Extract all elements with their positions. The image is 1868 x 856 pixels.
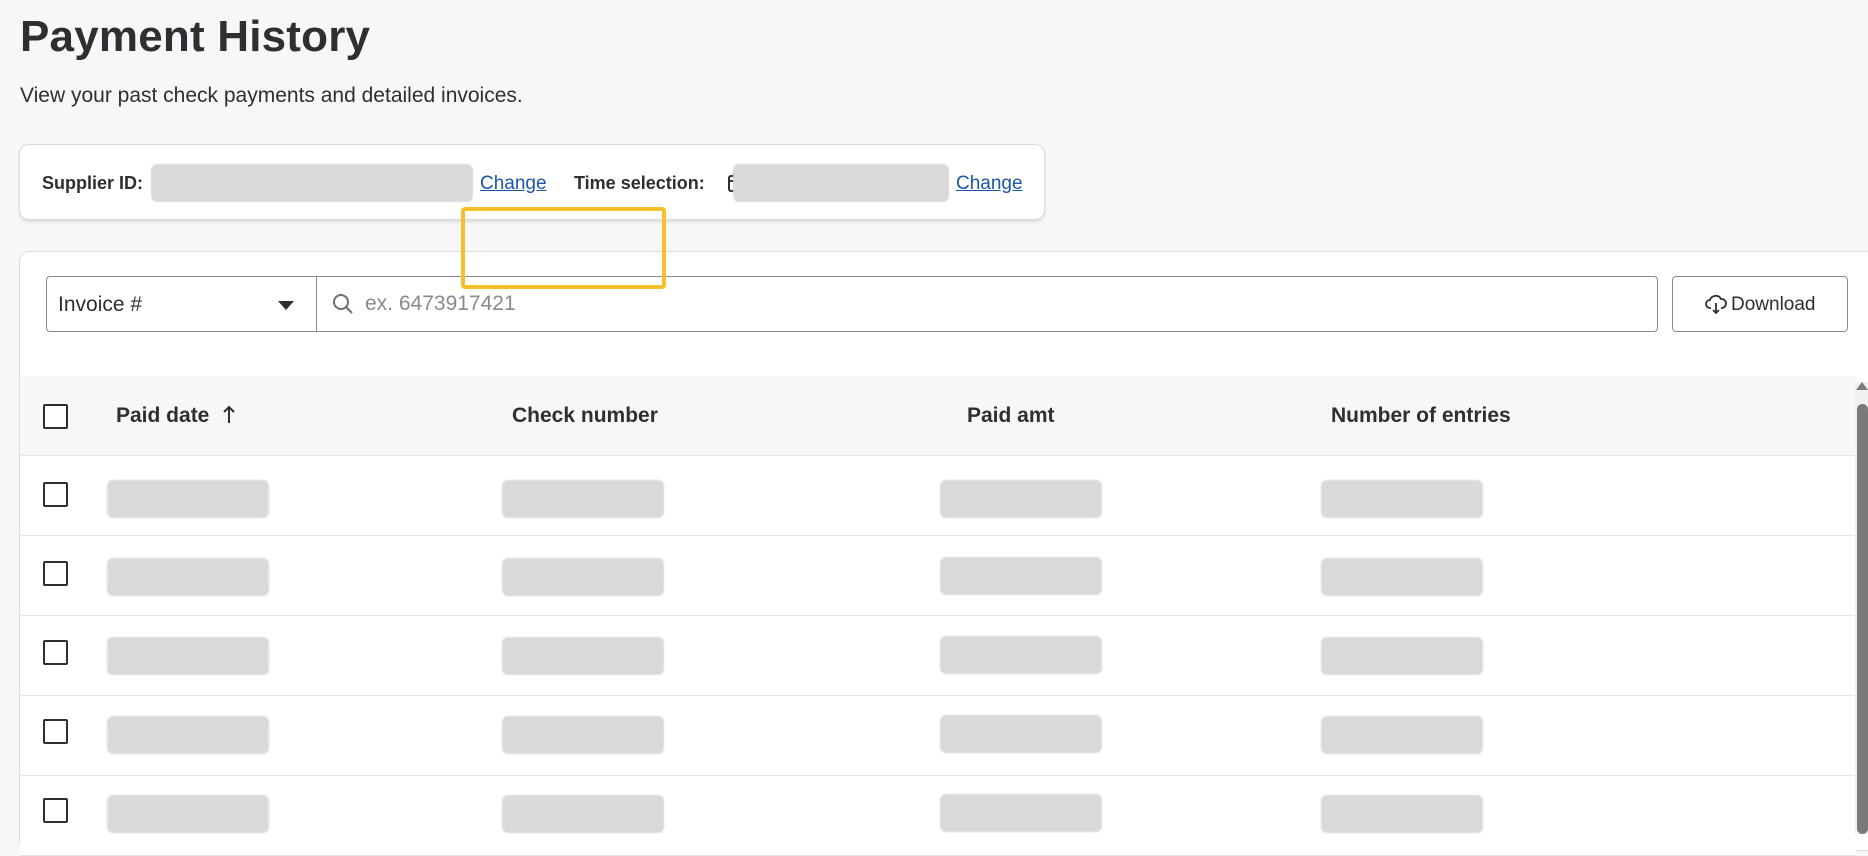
check-number-redacted[interactable] — [502, 637, 664, 675]
column-header-paid-amt[interactable]: Paid amt — [967, 404, 1055, 428]
column-header-number-of-entries[interactable]: Number of entries — [1331, 404, 1511, 428]
row-checkbox[interactable] — [43, 482, 68, 507]
table-header: Paid date Check number Paid amt Number o… — [20, 376, 1856, 456]
table-row[interactable] — [20, 456, 1856, 536]
paid-date-redacted — [107, 716, 269, 754]
check-number-redacted[interactable] — [502, 795, 664, 833]
column-header-paid-date[interactable]: Paid date — [116, 404, 237, 428]
time-selection-label: Time selection: — [574, 173, 705, 193]
download-label: Download — [1731, 294, 1816, 315]
paid-date-redacted — [107, 795, 269, 833]
search-field[interactable] — [316, 276, 1658, 332]
check-number-redacted[interactable] — [502, 480, 664, 518]
supplier-id-value-redacted — [151, 164, 473, 202]
search-input[interactable] — [365, 287, 1625, 321]
arrow-up-icon — [223, 405, 235, 423]
column-header-label: Paid date — [116, 404, 210, 427]
paid-amt-redacted — [940, 636, 1102, 674]
table-row[interactable] — [20, 696, 1856, 776]
table-row[interactable] — [20, 776, 1856, 856]
paid-date-redacted — [107, 558, 269, 596]
payments-panel: Invoice # Download Paid date Check numbe… — [19, 251, 1868, 856]
search-type-value: Invoice # — [58, 293, 143, 316]
supplier-change-link[interactable]: Change — [480, 173, 547, 195]
scroll-up-arrow-icon[interactable] — [1856, 382, 1868, 390]
paid-amt-redacted — [940, 715, 1102, 753]
entries-redacted — [1321, 558, 1483, 596]
scrollbar-thumb[interactable] — [1857, 404, 1868, 834]
download-button[interactable]: Download — [1672, 276, 1848, 332]
row-checkbox[interactable] — [43, 561, 68, 586]
cloud-download-icon — [1705, 294, 1727, 315]
row-checkbox[interactable] — [43, 640, 68, 665]
supplier-id-label: Supplier ID: — [42, 173, 144, 193]
select-all-checkbox[interactable] — [43, 404, 68, 429]
row-checkbox[interactable] — [43, 719, 68, 744]
page-subtitle: View your past check payments and detail… — [20, 84, 523, 107]
filter-card: Supplier ID: Change Time selection: Chan… — [19, 144, 1045, 220]
entries-redacted — [1321, 637, 1483, 675]
entries-redacted — [1321, 716, 1483, 754]
search-type-select[interactable]: Invoice # — [46, 276, 316, 332]
entries-redacted — [1321, 480, 1483, 518]
table-row[interactable] — [20, 536, 1856, 616]
table-row[interactable] — [20, 616, 1856, 696]
time-change-link[interactable]: Change — [956, 173, 1023, 195]
search-icon — [333, 294, 353, 314]
check-number-redacted[interactable] — [502, 716, 664, 754]
entries-redacted — [1321, 795, 1483, 833]
paid-date-redacted — [107, 480, 269, 518]
column-header-check-number[interactable]: Check number — [512, 404, 658, 428]
check-number-redacted[interactable] — [502, 558, 664, 596]
paid-amt-redacted — [940, 480, 1102, 518]
row-checkbox[interactable] — [43, 798, 68, 823]
chevron-down-icon — [278, 301, 294, 310]
paid-amt-redacted — [940, 557, 1102, 595]
paid-amt-redacted — [940, 794, 1102, 832]
time-selection-value-redacted — [733, 164, 949, 202]
page-title: Payment History — [20, 12, 371, 61]
paid-date-redacted — [107, 637, 269, 675]
